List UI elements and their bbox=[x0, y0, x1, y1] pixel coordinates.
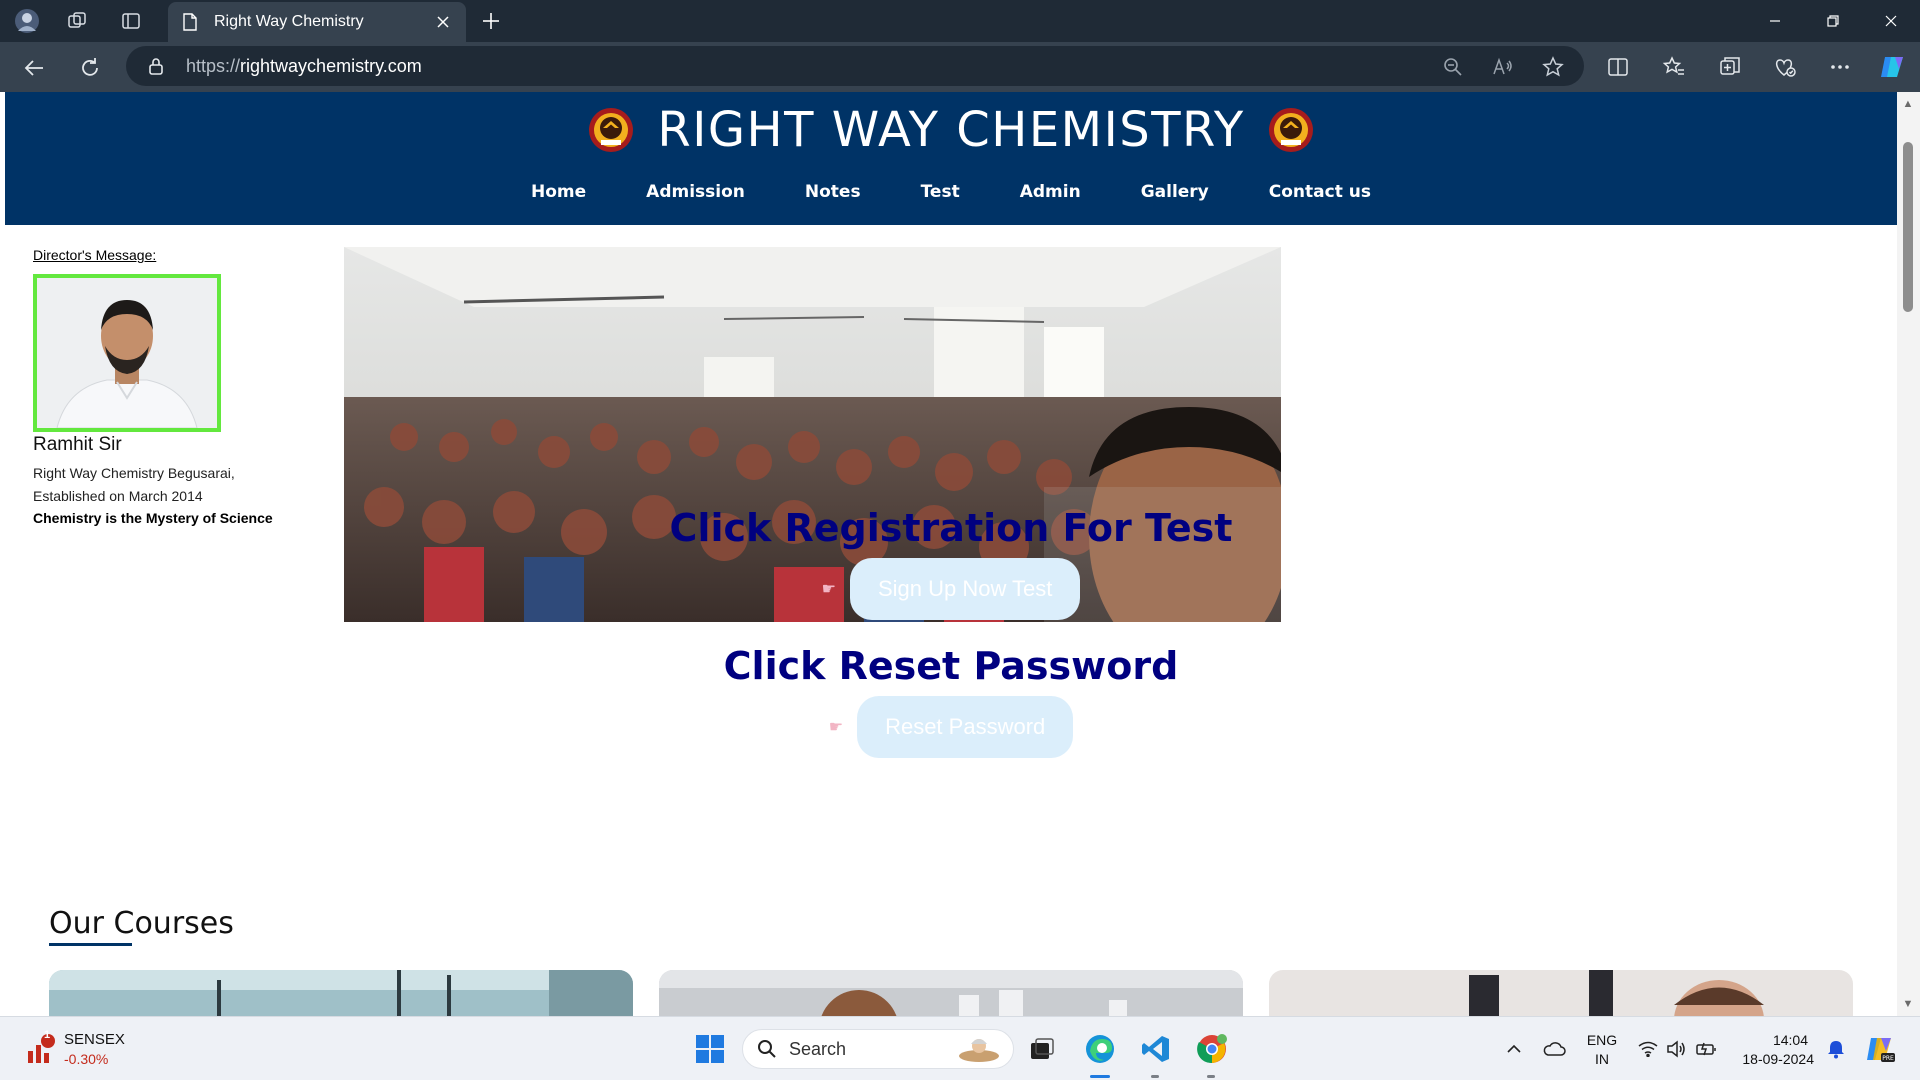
address-bar[interactable]: https://rightwaychemistry.com bbox=[126, 46, 1584, 86]
site-header: RIGHT WAY CHEMISTRY Home Admission Notes… bbox=[5, 92, 1897, 225]
url-host: rightwaychemistry.com bbox=[240, 56, 422, 76]
read-aloud-icon[interactable] bbox=[1490, 54, 1516, 80]
pointing-hand-icon: ☛ bbox=[821, 581, 836, 598]
course-card[interactable] bbox=[49, 970, 633, 1016]
restore-icon[interactable] bbox=[1810, 6, 1856, 36]
registration-row: ☛ Sign Up Now Test bbox=[5, 558, 1897, 620]
nav-gallery[interactable]: Gallery bbox=[1141, 182, 1209, 202]
minimize-icon[interactable] bbox=[1752, 6, 1798, 36]
browser-toolbar: https://rightwaychemistry.com bbox=[0, 42, 1920, 92]
nav-test[interactable]: Test bbox=[921, 182, 960, 202]
registration-heading: Click Registration For Test bbox=[669, 506, 1233, 550]
nav-notes[interactable]: Notes bbox=[805, 182, 861, 202]
main-nav: Home Admission Notes Test Admin Gallery … bbox=[5, 182, 1897, 202]
nav-admission[interactable]: Admission bbox=[646, 182, 745, 202]
more-options-icon[interactable] bbox=[1825, 52, 1855, 82]
search-highlight-icon bbox=[959, 1039, 999, 1062]
notification-bell-icon[interactable] bbox=[1816, 1029, 1856, 1069]
open-app-indicator bbox=[1207, 1075, 1215, 1078]
new-tab-icon[interactable] bbox=[478, 8, 504, 34]
split-screen-icon[interactable] bbox=[1603, 52, 1633, 82]
courses-heading: Our Courses bbox=[49, 906, 234, 941]
director-name: Ramhit Sir bbox=[33, 434, 122, 455]
course-card[interactable] bbox=[659, 970, 1243, 1016]
chrome-icon[interactable] bbox=[1192, 1029, 1232, 1069]
active-app-indicator bbox=[1090, 1075, 1110, 1078]
taskbar-search[interactable]: Search bbox=[742, 1029, 1014, 1069]
back-arrow-icon[interactable] bbox=[18, 52, 50, 84]
svg-text:PRE: PRE bbox=[1882, 1055, 1894, 1062]
url-protocol: https:// bbox=[186, 56, 241, 76]
ticker-change: -0.30% bbox=[64, 1051, 109, 1067]
windows-start-icon[interactable] bbox=[690, 1029, 730, 1069]
director-info-line: Right Way Chemistry Begusarai, bbox=[33, 465, 235, 481]
pointing-hand-icon: ☛ bbox=[828, 719, 844, 736]
tab-active[interactable]: Right Way Chemistry bbox=[168, 2, 466, 42]
web-page: RIGHT WAY CHEMISTRY Home Admission Notes… bbox=[5, 92, 1897, 1016]
sign-up-test-button[interactable]: Sign Up Now Test bbox=[849, 558, 1081, 620]
brand: RIGHT WAY CHEMISTRY bbox=[5, 98, 1897, 162]
director-message-label: Director's Message: bbox=[33, 247, 157, 263]
nav-contact[interactable]: Contact us bbox=[1269, 182, 1371, 202]
clock-time[interactable]: 14:04 bbox=[1728, 1032, 1808, 1048]
page-icon bbox=[183, 13, 197, 31]
reset-password-heading: Click Reset Password bbox=[723, 644, 1179, 688]
tab-actions-icon[interactable] bbox=[118, 8, 144, 34]
courses-heading-underline bbox=[49, 943, 132, 946]
refresh-icon[interactable] bbox=[74, 52, 106, 84]
institute-logo-icon bbox=[589, 108, 634, 152]
lock-icon[interactable] bbox=[146, 56, 166, 76]
search-label: Search bbox=[789, 1038, 847, 1059]
course-card[interactable] bbox=[1269, 970, 1853, 1016]
copilot-icon[interactable] bbox=[1878, 52, 1908, 82]
vscode-icon[interactable] bbox=[1136, 1029, 1176, 1069]
browser-essentials-icon[interactable] bbox=[1770, 52, 1800, 82]
close-tab-icon[interactable] bbox=[428, 7, 458, 37]
scroll-thumb[interactable] bbox=[1903, 142, 1913, 312]
ticker-name: SENSEX bbox=[64, 1031, 125, 1048]
url-text[interactable]: https://rightwaychemistry.com bbox=[186, 56, 422, 77]
favorite-star-icon[interactable] bbox=[1540, 54, 1566, 80]
copilot-taskbar-icon[interactable]: PRE bbox=[1860, 1029, 1900, 1069]
language-top[interactable]: ENG bbox=[1582, 1032, 1622, 1048]
scroll-up-arrow-icon[interactable]: ▲ bbox=[1902, 98, 1914, 110]
search-icon bbox=[758, 1040, 776, 1058]
show-hidden-icons-icon[interactable] bbox=[1494, 1029, 1534, 1069]
workspaces-icon[interactable] bbox=[64, 8, 90, 34]
reset-password-row: ☛ Reset Password bbox=[5, 696, 1897, 758]
close-window-icon[interactable] bbox=[1868, 6, 1914, 36]
collections-icon[interactable] bbox=[1715, 52, 1745, 82]
nav-home[interactable]: Home bbox=[531, 182, 586, 202]
page-scrollbar[interactable]: ▲ ▼ bbox=[1897, 92, 1920, 1016]
task-view-icon[interactable] bbox=[1022, 1029, 1062, 1069]
institute-logo-icon bbox=[1268, 108, 1313, 152]
edge-browser-icon[interactable] bbox=[1080, 1029, 1120, 1069]
favorites-icon[interactable] bbox=[1659, 52, 1689, 82]
open-app-indicator bbox=[1151, 1075, 1159, 1078]
onedrive-cloud-icon[interactable] bbox=[1534, 1029, 1574, 1069]
director-photo bbox=[33, 274, 221, 432]
battery-icon[interactable] bbox=[1686, 1029, 1726, 1069]
browser-tab-bar: Right Way Chemistry bbox=[0, 0, 1920, 42]
profile-avatar-icon[interactable] bbox=[14, 8, 40, 34]
ticker-badge: 1 bbox=[43, 1029, 51, 1041]
tab-title: Right Way Chemistry bbox=[214, 13, 364, 30]
zoom-out-icon[interactable] bbox=[1440, 54, 1466, 80]
scroll-down-arrow-icon[interactable]: ▼ bbox=[1902, 998, 1914, 1010]
reset-password-button[interactable]: Reset Password bbox=[857, 696, 1074, 758]
taskbar: 1 SENSEX -0.30% Search ENG IN 14:04 18-0… bbox=[0, 1016, 1920, 1080]
clock-date[interactable]: 18-09-2024 bbox=[1728, 1051, 1814, 1067]
site-title: RIGHT WAY CHEMISTRY bbox=[657, 102, 1245, 158]
nav-admin[interactable]: Admin bbox=[1020, 182, 1081, 202]
language-bottom[interactable]: IN bbox=[1582, 1051, 1622, 1067]
director-info-line: Established on March 2014 bbox=[33, 488, 203, 504]
